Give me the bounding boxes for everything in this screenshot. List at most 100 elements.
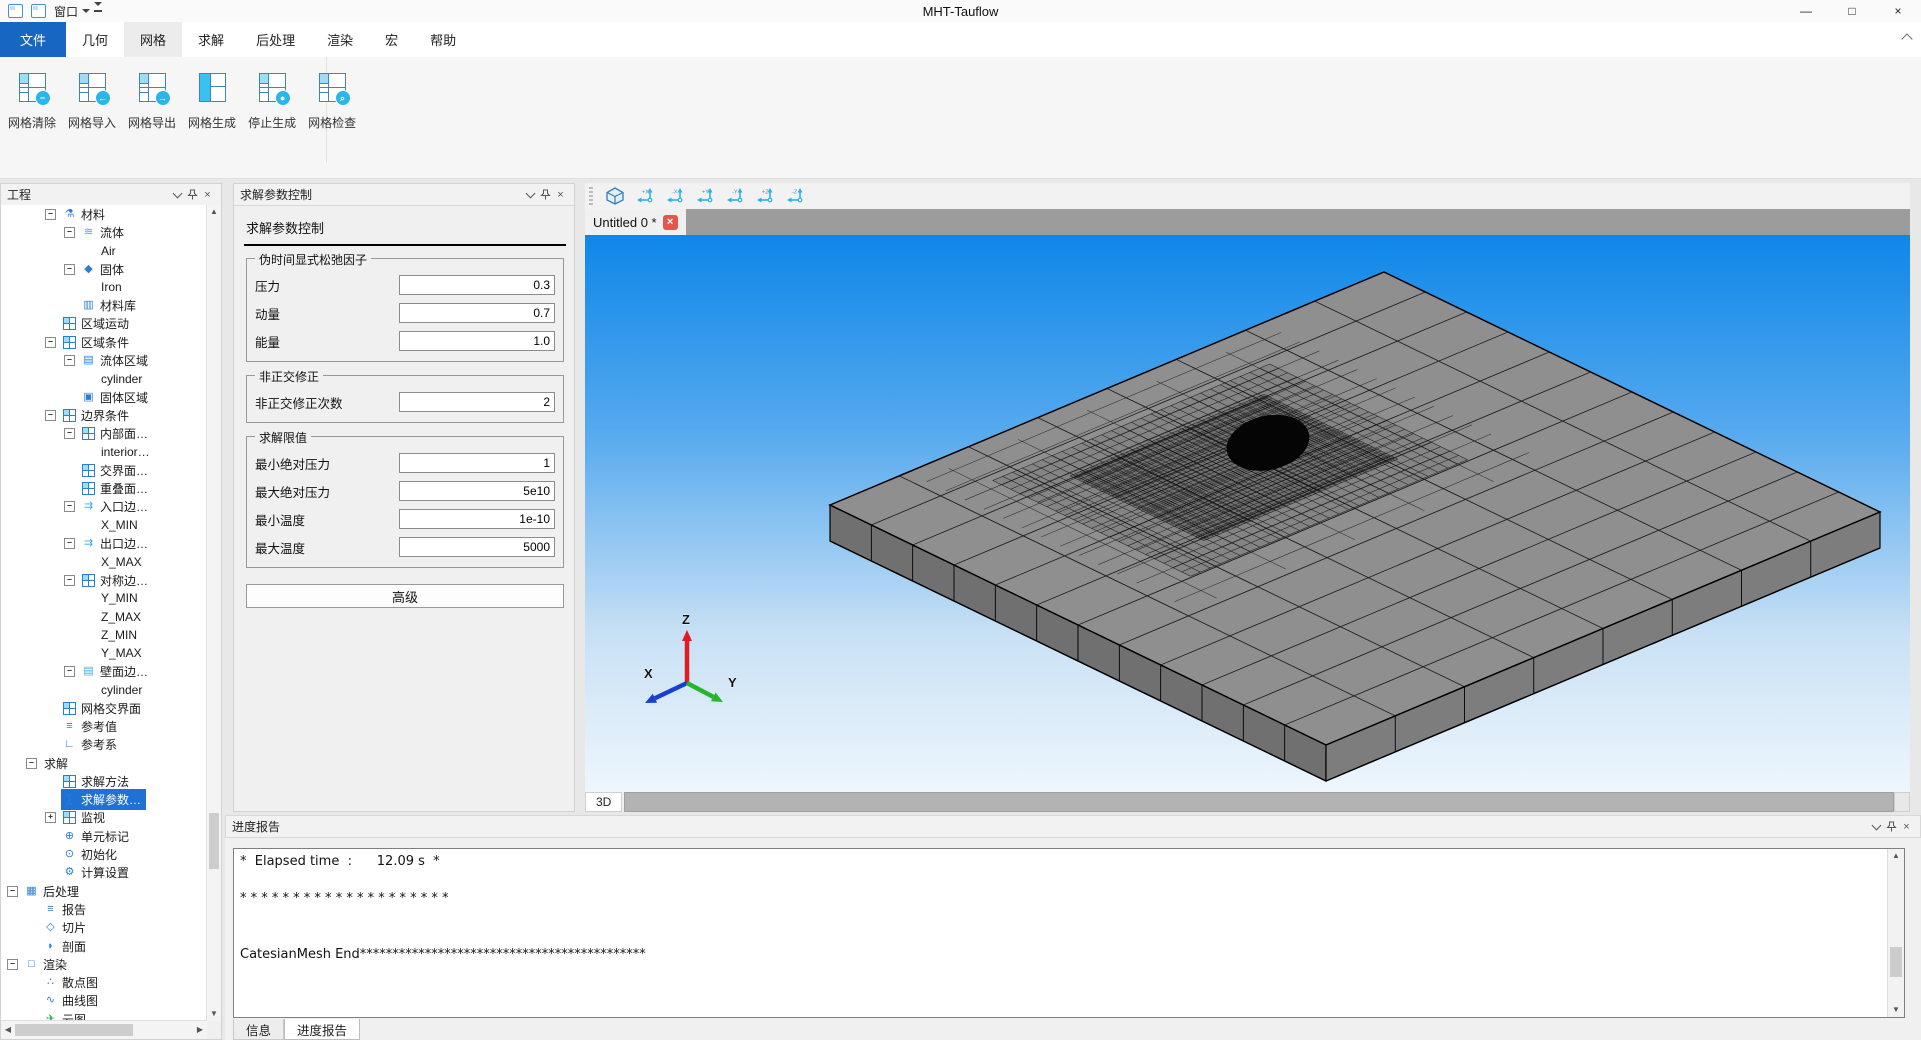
tree-item-流体[interactable]: −≋流体	[1, 223, 207, 241]
log-output[interactable]: * Elapsed time : 12.09 s * * * * * * * *…	[233, 848, 1905, 1018]
tree-item-Iron[interactable]: Iron	[1, 278, 207, 296]
menu-tab-文件[interactable]: 文件	[0, 22, 66, 57]
log-close-icon[interactable]: ×	[1899, 819, 1914, 834]
ribbon-button-网格导出[interactable]: →网格导出	[128, 67, 176, 131]
log-collapse-icon[interactable]	[1869, 819, 1884, 834]
tree-item-散点图[interactable]: ∴散点图	[1, 973, 207, 991]
log-scroll-up-icon[interactable]: ▲	[1889, 849, 1903, 863]
view-minus-y-icon[interactable]: -Y	[723, 185, 747, 207]
tree-item-X_MAX[interactable]: X_MAX	[1, 553, 207, 571]
advanced-button[interactable]: 高级	[246, 584, 564, 608]
param-input-最小温度[interactable]	[399, 509, 555, 529]
view-plus-x-icon[interactable]: +X	[633, 185, 657, 207]
tree-item-interior[interactable]: interior…	[1, 443, 207, 461]
scroll-right-icon[interactable]: ▶	[193, 1023, 207, 1037]
tree-item-求解参数[interactable]: ∑求解参数…	[1, 791, 207, 809]
collapse-box-icon[interactable]: −	[64, 501, 75, 512]
tree-item-报告[interactable]: ≡报告	[1, 900, 207, 918]
param-input-最大温度[interactable]	[399, 537, 555, 557]
param-input-最大绝对压力[interactable]	[399, 481, 555, 501]
tree-item-Y_MIN[interactable]: Y_MIN	[1, 589, 207, 607]
tree-item-剖面[interactable]: ◗剖面	[1, 937, 207, 955]
scroll-up-icon[interactable]: ▲	[207, 205, 221, 219]
customize-toolbar-icon[interactable]	[94, 10, 102, 13]
viewport-tab[interactable]: Untitled 0 * ×	[585, 209, 686, 235]
tree-item-网格交界面[interactable]: 网格交界面	[1, 699, 207, 717]
menu-tab-渲染[interactable]: 渲染	[311, 22, 369, 57]
menu-tab-宏[interactable]: 宏	[369, 22, 414, 57]
collapse-ribbon-icon[interactable]	[1901, 32, 1913, 44]
tree-horizontal-scrollbar[interactable]: ◀ ▶	[1, 1020, 207, 1039]
ribbon-button-停止生成[interactable]: ●停止生成	[248, 67, 296, 131]
tree-vertical-scrollbar[interactable]: ▲ ▼	[206, 205, 221, 1021]
tree-item-出口边[interactable]: −⇉出口边…	[1, 534, 207, 552]
params-pin-icon[interactable]	[538, 187, 553, 202]
collapse-box-icon[interactable]: −	[45, 209, 56, 220]
view-plus-z-icon[interactable]: +Z	[753, 185, 777, 207]
tree-item-固体[interactable]: −◆固体	[1, 260, 207, 278]
tree-pin-icon[interactable]	[185, 187, 200, 202]
tree-item-材料库[interactable]: ▥材料库	[1, 296, 207, 314]
param-input-最小绝对压力[interactable]	[399, 453, 555, 473]
tree-item-切片[interactable]: ◇切片	[1, 919, 207, 937]
save-icon[interactable]	[31, 4, 46, 18]
expand-box-icon[interactable]: +	[45, 812, 56, 823]
log-pin-icon[interactable]	[1884, 819, 1899, 834]
collapse-box-icon[interactable]: −	[7, 959, 18, 970]
menu-tab-网格[interactable]: 网格	[124, 22, 182, 57]
viewport-tab-close-icon[interactable]: ×	[663, 215, 678, 230]
view-plus-y-icon[interactable]: +Y	[693, 185, 717, 207]
param-input-能量[interactable]	[399, 331, 555, 351]
tree-hscroll-thumb[interactable]	[15, 1024, 133, 1036]
tree-item-渲染[interactable]: −□渲染	[1, 955, 207, 973]
tree-item-监视[interactable]: +监视	[1, 809, 207, 827]
tree-item-区域条件[interactable]: −区域条件	[1, 333, 207, 351]
ribbon-button-网格清除[interactable]: −网格清除	[8, 67, 56, 131]
tree-item-边界条件[interactable]: −边界条件	[1, 406, 207, 424]
window-menu[interactable]: 窗口	[54, 3, 102, 20]
ribbon-button-网格导入[interactable]: ←网格导入	[68, 67, 116, 131]
tree-item-求解[interactable]: −求解	[1, 754, 207, 772]
tree-item-Z_MIN[interactable]: Z_MIN	[1, 626, 207, 644]
tree-item-求解方法[interactable]: 求解方法	[1, 772, 207, 790]
collapse-box-icon[interactable]: −	[45, 337, 56, 348]
menu-tab-几何[interactable]: 几何	[66, 22, 124, 57]
close-button[interactable]: ×	[1875, 0, 1921, 22]
new-project-icon[interactable]	[8, 4, 23, 18]
ribbon-button-网格检查[interactable]: ⌕网格检查	[308, 67, 356, 131]
tree-item-重叠面[interactable]: 重叠面…	[1, 479, 207, 497]
param-input-压力[interactable]	[399, 275, 555, 295]
minimize-button[interactable]: —	[1783, 0, 1829, 22]
viewport-hscroll-thumb[interactable]	[624, 792, 1894, 812]
collapse-box-icon[interactable]: −	[64, 666, 75, 677]
tree-item-Y_MAX[interactable]: Y_MAX	[1, 644, 207, 662]
scroll-down-icon[interactable]: ▼	[207, 1007, 221, 1021]
tree-vscroll-thumb[interactable]	[209, 813, 219, 869]
tree-item-Z_MAX[interactable]: Z_MAX	[1, 608, 207, 626]
tree-item-材料[interactable]: −⚗材料	[1, 205, 207, 223]
collapse-box-icon[interactable]: −	[64, 264, 75, 275]
collapse-box-icon[interactable]: −	[64, 575, 75, 586]
viewport-canvas[interactable]: ZXY	[585, 235, 1910, 792]
tree-item-入口边[interactable]: −⇉入口边…	[1, 498, 207, 516]
params-collapse-icon[interactable]	[523, 187, 538, 202]
tree-close-icon[interactable]: ×	[200, 187, 215, 202]
collapse-box-icon[interactable]: −	[64, 428, 75, 439]
tree-item-参考系[interactable]: ∟参考系	[1, 736, 207, 754]
tree-item-交界面[interactable]: 交界面…	[1, 461, 207, 479]
collapse-box-icon[interactable]: −	[45, 410, 56, 421]
maximize-button[interactable]: □	[1829, 0, 1875, 22]
ribbon-button-网格生成[interactable]: 网格生成	[188, 67, 236, 131]
log-tab-信息[interactable]: 信息	[233, 1019, 284, 1040]
tree-item-参考值[interactable]: ≡参考值	[1, 717, 207, 735]
collapse-box-icon[interactable]: −	[64, 227, 75, 238]
param-input-非正交修正次数[interactable]	[399, 392, 555, 412]
view-minus-x-icon[interactable]: -X	[663, 185, 687, 207]
menu-tab-后处理[interactable]: 后处理	[240, 22, 311, 57]
tree-item-初始化[interactable]: ⊙初始化	[1, 845, 207, 863]
tree-item-对称边[interactable]: −对称边…	[1, 571, 207, 589]
scroll-left-icon[interactable]: ◀	[1, 1023, 15, 1037]
tree-item-cylinder[interactable]: cylinder	[1, 370, 207, 388]
viewport-hscroll-end[interactable]	[1894, 792, 1910, 812]
log-vscroll-thumb[interactable]	[1890, 947, 1902, 977]
